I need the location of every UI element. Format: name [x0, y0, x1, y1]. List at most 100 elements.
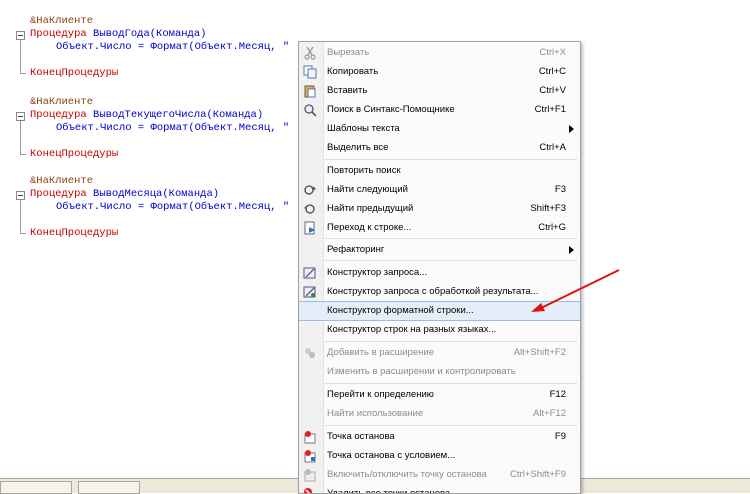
menu-separator [325, 260, 577, 261]
menu-item-label: Выделить все [327, 142, 389, 153]
menu-item-label: Найти следующий [327, 184, 408, 195]
menu-item-3[interactable]: Вставить Ctrl+V [299, 82, 580, 100]
menu-item-label: Конструктор запроса... [327, 267, 428, 278]
menu-item-4[interactable]: Поиск в Синтакс-Помощнике Ctrl+F1 [299, 101, 580, 119]
fold-guide [20, 40, 21, 73]
bottom-tab[interactable] [78, 481, 140, 494]
annotation-line: &НаКлиенте [30, 15, 94, 27]
find-prev-icon [303, 202, 317, 216]
submenu-arrow-icon [569, 246, 574, 254]
menu-item-label: Вставить [327, 85, 368, 96]
menu-item-17[interactable]: Изменить в расширении и контролировать [299, 363, 580, 381]
query-builder-result-icon [303, 285, 317, 299]
menu-item-9[interactable]: Найти предыдущий Shift+F3 [299, 200, 580, 218]
fold-guide-end [20, 73, 26, 74]
menu-item-21[interactable]: Точка останова с условием... [299, 447, 580, 465]
proc-keyword: Процедура [30, 109, 87, 121]
procedure-body: Объект.Число = Формат(Объект.Месяц, " [56, 122, 290, 134]
proc-args: (Команда) [162, 188, 220, 200]
menu-item-shortcut: Ctrl+Shift+F9 [510, 469, 566, 480]
fold-guide-end [20, 233, 26, 234]
submenu-arrow-icon [569, 125, 574, 133]
scissors-icon [303, 46, 317, 60]
menu-item-shortcut: Ctrl+V [539, 85, 566, 96]
annotation-line: &НаКлиенте [30, 175, 94, 187]
breakpoint-icon [303, 430, 317, 444]
procedure-end: КонецПроцедуры [30, 148, 119, 160]
query-builder-icon [303, 266, 317, 280]
menu-item-label: Конструктор строк на разных языках... [327, 324, 497, 335]
menu-item-8[interactable]: Найти следующий F3 [299, 181, 580, 199]
procedure-header: Процедура ВыводГода(Команда) [30, 27, 206, 41]
fold-toggle-icon[interactable] [16, 191, 25, 200]
menu-item-label: Шаблоны текста [327, 123, 400, 134]
menu-item-shortcut: F3 [554, 184, 566, 195]
menu-item-shortcut: Ctrl+C [538, 66, 566, 77]
menu-item-20[interactable]: Точка останова F9 [299, 428, 580, 446]
menu-item-18[interactable]: Перейти к определению F12 [299, 386, 580, 404]
bottom-tab[interactable] [0, 481, 72, 494]
menu-item-19[interactable]: Найти использование Alt+F12 [299, 405, 580, 423]
find-next-icon [303, 183, 317, 197]
delete-breakpoints-icon [303, 487, 317, 493]
menu-item-shortcut: Ctrl+G [538, 222, 566, 233]
menu-separator [325, 159, 577, 160]
menu-item-label: Вырезать [327, 47, 370, 58]
proc-args: (Команда) [206, 109, 264, 121]
menu-separator [325, 341, 577, 342]
paste-icon [303, 84, 317, 98]
menu-item-11[interactable]: Рефакторинг [299, 241, 580, 259]
menu-item-shortcut: F9 [554, 431, 566, 442]
proc-name: ВыводТекущегоЧисла [93, 109, 207, 121]
menu-item-label: Перейти к определению [327, 389, 434, 400]
menu-item-label: Найти использование [327, 408, 424, 419]
menu-item-label: Добавить в расширение [327, 347, 434, 358]
menu-separator [325, 238, 577, 239]
menu-item-label: Конструктор форматной строки... [327, 305, 474, 316]
menu-item-label: Изменить в расширении и контролировать [327, 366, 516, 377]
copy-icon [303, 65, 317, 79]
proc-name: ВыводГода [93, 28, 150, 40]
menu-item-15[interactable]: Конструктор строк на разных языках... [299, 321, 580, 339]
menu-item-label: Переход к строке... [327, 222, 412, 233]
menu-item-label: Рефакторинг [327, 244, 385, 255]
menu-item-shortcut: Ctrl+F1 [534, 104, 566, 115]
menu-item-5[interactable]: Шаблоны текста [299, 120, 580, 138]
menu-item-label: Удалить все точки останова [327, 488, 451, 494]
procedure-body: Объект.Число = Формат(Объект.Месяц, " [56, 41, 290, 53]
fold-guide [20, 121, 21, 154]
menu-item-10[interactable]: Переход к строке... Ctrl+G [299, 219, 580, 237]
proc-name: ВыводМесяца [93, 188, 163, 200]
procedure-body: Объект.Число = Формат(Объект.Месяц, " [56, 201, 290, 213]
fold-toggle-icon[interactable] [16, 112, 25, 121]
menu-item-6[interactable]: Выделить все Ctrl+A [299, 139, 580, 157]
menu-separator [325, 425, 577, 426]
menu-item-shortcut: Alt+Shift+F2 [513, 347, 566, 358]
menu-item-shortcut: Ctrl+A [539, 142, 566, 153]
extension-icon [303, 346, 317, 360]
proc-keyword: Процедура [30, 28, 87, 40]
fold-guide [20, 200, 21, 233]
fold-toggle-icon[interactable] [16, 31, 25, 40]
menu-item-shortcut: Ctrl+X [539, 47, 566, 58]
menu-item-16[interactable]: Добавить в расширение Alt+Shift+F2 [299, 344, 580, 362]
conditional-breakpoint-icon [303, 449, 317, 463]
procedure-end: КонецПроцедуры [30, 227, 119, 239]
menu-item-shortcut: Alt+F12 [532, 408, 566, 419]
syntax-search-icon [303, 103, 317, 117]
menu-item-7[interactable]: Повторить поиск [299, 162, 580, 180]
menu-item-label: Точка останова [327, 431, 395, 442]
goto-line-icon [303, 221, 317, 235]
menu-item-2[interactable]: Копировать Ctrl+C [299, 63, 580, 81]
menu-item-shortcut: Shift+F3 [530, 203, 566, 214]
menu-item-1[interactable]: Вырезать Ctrl+X [299, 44, 580, 62]
menu-item-label: Включить/отключить точку останова [327, 469, 487, 480]
toggle-breakpoint-icon [303, 468, 317, 482]
procedure-header: Процедура ВыводМесяца(Команда) [30, 187, 219, 201]
menu-item-shortcut: F12 [549, 389, 566, 400]
menu-item-label: Повторить поиск [327, 165, 401, 176]
menu-separator [325, 383, 577, 384]
procedure-end: КонецПроцедуры [30, 67, 119, 79]
menu-item-22[interactable]: Включить/отключить точку останова Ctrl+Sh… [299, 466, 580, 484]
menu-item-23[interactable]: Удалить все точки останова [299, 485, 580, 494]
